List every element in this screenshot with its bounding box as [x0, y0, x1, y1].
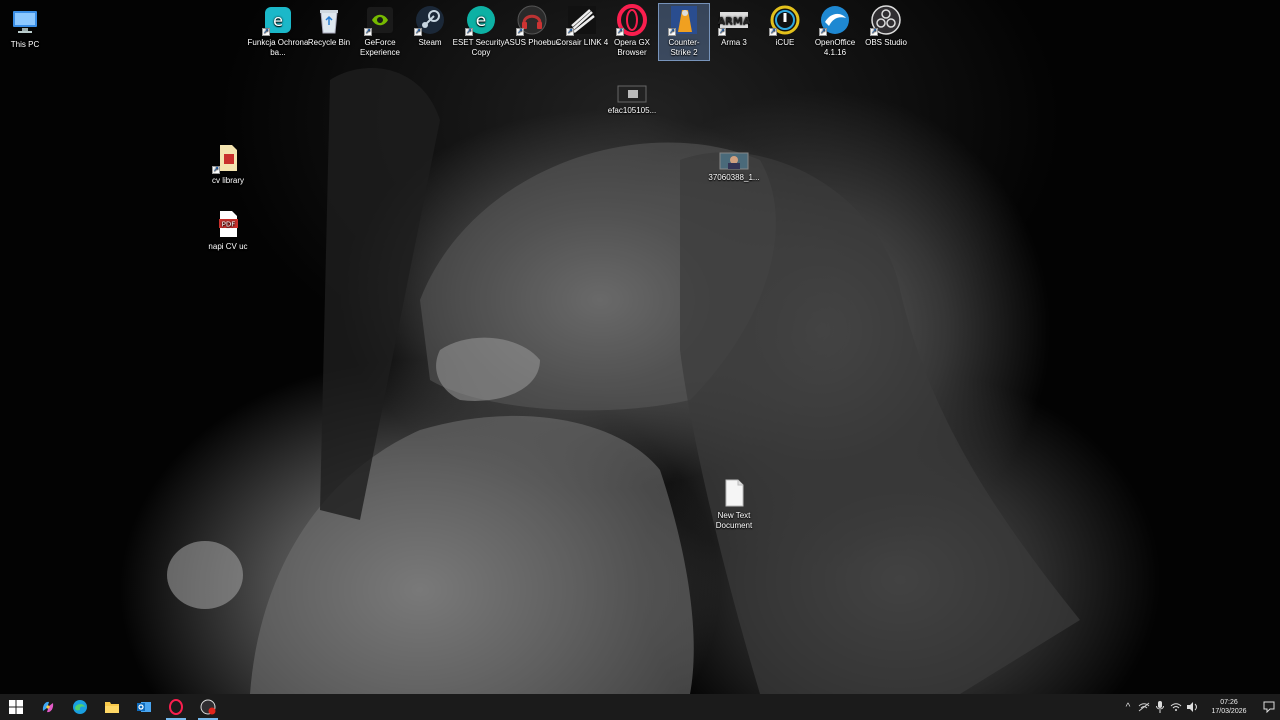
shortcut-arrow-icon: ↗ — [769, 28, 777, 36]
shortcut-arrow-icon: ↗ — [668, 28, 676, 36]
shortcut-arrow-icon: ↗ — [516, 28, 524, 36]
shortcut-arrow-icon: ↗ — [414, 28, 422, 36]
counter-strike-icon: ↗ — [668, 4, 700, 36]
document-icon: ↗ — [212, 142, 244, 174]
obs-studio-shortcut[interactable]: ↗ OBS Studio — [854, 4, 918, 48]
wifi-icon[interactable] — [1168, 694, 1184, 720]
clock-date: 17/03/2026 — [1211, 708, 1247, 715]
trash-icon — [313, 4, 345, 36]
svg-text:PDF: PDF — [222, 221, 236, 229]
cv-library-shortcut[interactable]: ↗ cv library — [196, 142, 260, 186]
arma-icon: ARMA ↗ — [717, 4, 751, 36]
system-tray: ^ 07:26 17/03/2026 — [1120, 694, 1280, 720]
eset-icon: e ↗ — [465, 4, 497, 36]
taskbar-file-explorer[interactable] — [96, 694, 128, 720]
taskbar-obs[interactable] — [192, 694, 224, 720]
shortcut-arrow-icon: ↗ — [566, 28, 574, 36]
chevron-up-icon[interactable]: ^ — [1120, 694, 1136, 720]
nvidia-icon: ↗ — [364, 4, 396, 36]
svg-text:e: e — [273, 11, 283, 30]
copilot-icon — [42, 701, 54, 713]
clock-time: 07:26 — [1220, 699, 1238, 706]
opera-gx-shortcut[interactable]: ↗ Opera GX Browser — [600, 4, 664, 58]
taskbar: ^ 07:26 17/03/2026 — [0, 694, 1280, 720]
monitor-icon — [9, 6, 41, 38]
shortcut-arrow-icon: ↗ — [718, 28, 726, 36]
icue-icon: ↗ — [769, 4, 801, 36]
svg-text:e: e — [476, 11, 486, 31]
taskbar-outlook[interactable] — [128, 694, 160, 720]
network-off-icon[interactable] — [1136, 694, 1152, 720]
pdf-icon: PDF — [212, 208, 244, 240]
taskbar-copilot[interactable] — [32, 694, 64, 720]
this-pc-icon[interactable]: This PC — [0, 6, 57, 50]
shortcut-arrow-icon: ↗ — [212, 166, 220, 174]
shortcut-arrow-icon: ↗ — [616, 28, 624, 36]
shortcut-arrow-icon: ↗ — [870, 28, 878, 36]
steam-icon: ↗ — [414, 4, 446, 36]
shortcut-arrow-icon: ↗ — [262, 28, 270, 36]
svg-text:ARMA: ARMA — [718, 16, 750, 27]
image-thumbnail-icon — [616, 84, 648, 104]
opera-gx-icon: ↗ — [616, 4, 648, 36]
eset-protection-icon: e ↗ — [262, 4, 294, 36]
text-file-icon — [718, 477, 750, 509]
obs-icon: ↗ — [870, 4, 902, 36]
corsair-sails-icon: ↗ — [566, 4, 598, 36]
new-text-document[interactable]: New Text Document — [702, 477, 766, 531]
volume-icon[interactable] — [1184, 694, 1200, 720]
napi-cv-pdf[interactable]: PDF napi CV uc — [196, 208, 260, 252]
obs-recording-icon — [200, 699, 216, 715]
notification-icon[interactable] — [1258, 694, 1280, 720]
shortcut-arrow-icon: ↗ — [465, 28, 473, 36]
taskbar-clock[interactable]: 07:26 17/03/2026 — [1206, 698, 1252, 716]
outlook-icon — [137, 702, 151, 712]
windows-logo-icon — [9, 700, 23, 714]
shortcut-arrow-icon: ↗ — [819, 28, 827, 36]
start-button[interactable] — [0, 694, 32, 720]
shortcut-arrow-icon: ↗ — [364, 28, 372, 36]
opera-gx-icon — [169, 699, 183, 715]
taskbar-opera-gx[interactable] — [160, 694, 192, 720]
image-thumbnail-icon — [718, 151, 750, 171]
headphones-icon: ↗ — [516, 4, 548, 36]
edge-icon — [73, 700, 87, 714]
image-file-efac[interactable]: efac105105... — [600, 84, 664, 116]
folder-icon — [105, 702, 119, 713]
openoffice-icon: ↗ — [819, 4, 851, 36]
taskbar-edge[interactable] — [64, 694, 96, 720]
microphone-icon[interactable] — [1152, 694, 1168, 720]
image-file-37060388[interactable]: 37060388_1... — [702, 151, 766, 183]
